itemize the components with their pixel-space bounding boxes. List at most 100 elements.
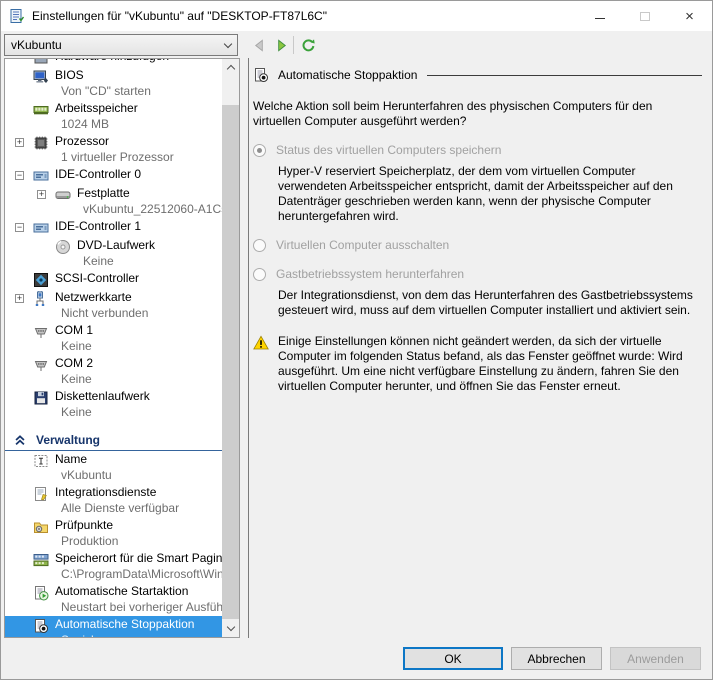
cancel-button[interactable]: Abbrechen xyxy=(511,647,602,670)
tree-item-sublabel: Speichern xyxy=(55,632,222,637)
panel-divider xyxy=(248,58,249,638)
tree-item-label: Automatische Stoppaktion xyxy=(55,617,195,631)
sidebar-item-diskettenlaufwerk[interactable]: Diskettenlaufwerk Keine xyxy=(5,388,222,421)
tree-item-label: Speicherort für die Smart Pagin... xyxy=(55,551,222,565)
tree-item-label: SCSI-Controller xyxy=(55,271,140,285)
radio-selected-icon[interactable] xyxy=(253,144,266,157)
tree-item-text: SCSI-Controller xyxy=(55,271,222,286)
radio-unselected-icon[interactable] xyxy=(253,268,266,281)
sidebar-item-bios[interactable]: BIOS Von "CD" starten xyxy=(5,67,222,100)
chevron-down-icon xyxy=(223,39,233,48)
expand-icon[interactable]: + xyxy=(15,294,24,303)
checkpoints-icon xyxy=(33,519,49,535)
sidebar-item-ide-controller-0[interactable]: − IDE-Controller 0 xyxy=(5,166,222,185)
tree-item-sublabel: Keine xyxy=(61,372,92,386)
tree-item-text: BIOS Von "CD" starten xyxy=(55,68,222,99)
sidebar-item-dvd-laufwerk[interactable]: DVD-Laufwerk Keine xyxy=(5,237,222,270)
settings-content-pane: Automatische Stoppaktion Welche Aktion s… xyxy=(253,58,706,394)
floppy-icon xyxy=(33,390,49,406)
scroll-up-button[interactable] xyxy=(222,59,239,76)
sidebar-item-automatische-startaktion[interactable]: Automatische Startaktion Neustart bei vor… xyxy=(5,583,222,616)
header-rule xyxy=(427,74,702,76)
tree-item-sublabel: Produktion xyxy=(61,534,119,548)
sidebar-item-ide-controller-1[interactable]: − IDE-Controller 1 xyxy=(5,218,222,237)
toolbar-separator xyxy=(293,36,294,54)
tree-scrollbar[interactable] xyxy=(222,59,239,637)
scrollbar-thumb[interactable] xyxy=(222,105,239,619)
expand-icon[interactable]: + xyxy=(15,138,24,147)
scroll-down-button[interactable] xyxy=(222,620,239,637)
tree-item-sublabel: Neustart bei vorheriger Ausfüh... xyxy=(61,600,222,614)
navigate-back-button[interactable] xyxy=(249,34,269,56)
apply-button[interactable]: Anwenden xyxy=(610,647,701,670)
radio-unselected-icon[interactable] xyxy=(253,239,266,252)
sidebar-item-integrationsdienste[interactable]: Integrationsdienste Alle Dienste verfügba… xyxy=(5,484,222,517)
tree-item-text: Prüfpunkte Produktion xyxy=(55,518,222,549)
tree-item-sublabel: Keine xyxy=(83,254,114,268)
add-hardware-icon xyxy=(33,59,49,66)
radio-option-virtuellen-computer-ausschalten[interactable]: Virtuellen Computer ausschalten xyxy=(253,238,706,253)
radio-label: Status des virtuellen Computers speicher… xyxy=(276,143,502,157)
scroll-up-icon xyxy=(226,64,235,74)
sidebar-item-com-2[interactable]: COM 2 Keine xyxy=(5,355,222,388)
navigate-forward-button[interactable] xyxy=(271,34,291,56)
tree-section-verwaltung[interactable]: Verwaltung xyxy=(5,429,222,451)
sidebar-item-name[interactable]: Name vKubuntu xyxy=(5,451,222,484)
tree-item-text: Hardware hinzufügen xyxy=(55,59,222,64)
tree-item-text: Automatische StoppaktionSpeichern xyxy=(55,617,222,637)
tree-item-sublabel: 1 virtueller Prozessor xyxy=(61,150,174,164)
processor-icon xyxy=(33,135,49,151)
sidebar-tree: Hardware hinzufügen BIOS Von "CD" starten A… xyxy=(5,59,222,637)
tree-item-sublabel: Alle Dienste verfügbar xyxy=(61,501,180,515)
expander-column: − xyxy=(15,219,33,232)
sidebar-item-speicherort-f-r-die-smart-pagin[interactable]: Speicherort für die Smart Pagin... C:\Pro… xyxy=(5,550,222,583)
sidebar-item-automatische-stoppaktion[interactable]: Automatische StoppaktionSpeichern xyxy=(5,616,222,637)
bios-icon xyxy=(33,69,49,85)
sidebar-item-scsi-controller[interactable]: SCSI-Controller xyxy=(5,270,222,289)
sidebar-item-prozessor[interactable]: + Prozessor 1 virtueller Prozessor xyxy=(5,133,222,166)
name-icon xyxy=(33,453,49,469)
vm-selector-dropdown[interactable]: vKubuntu xyxy=(4,34,238,56)
tree-item-sublabel: Nicht verbunden xyxy=(61,306,149,320)
vm-selector-value: vKubuntu xyxy=(11,38,62,52)
window-title: Einstellungen für "vKubuntu" auf "DESKTO… xyxy=(32,9,327,23)
sidebar-item-arbeitsspeicher[interactable]: Arbeitsspeicher 1024 MB xyxy=(5,100,222,133)
tree-item-label: Festplatte xyxy=(77,186,130,200)
close-button[interactable]: × xyxy=(667,1,712,31)
collapse-box-icon[interactable]: − xyxy=(15,223,24,232)
expander-column: + xyxy=(15,290,33,303)
content-header: Automatische Stoppaktion xyxy=(253,67,706,83)
tree-item-text: DVD-Laufwerk Keine xyxy=(77,238,222,269)
integration-services-icon xyxy=(33,486,49,502)
refresh-button[interactable] xyxy=(298,34,318,56)
settings-tree-panel: Hardware hinzufügen BIOS Von "CD" starten A… xyxy=(4,58,240,638)
tree-item-text: IDE-Controller 0 xyxy=(55,167,222,182)
radio-option-status-des-virtuellen-computers-speichern[interactable]: Status des virtuellen Computers speicher… xyxy=(253,143,706,158)
sidebar-item-hardware-hinzuf-gen[interactable]: Hardware hinzufügen xyxy=(5,59,222,67)
ok-button[interactable]: OK xyxy=(403,647,503,670)
window-icon xyxy=(9,8,25,24)
titlebar: Einstellungen für "vKubuntu" auf "DESKTO… xyxy=(1,1,712,31)
sidebar-item-com-1[interactable]: COM 1 Keine xyxy=(5,322,222,355)
collapse-box-icon[interactable]: − xyxy=(15,171,24,180)
toolbar: vKubuntu xyxy=(1,31,712,58)
expander-column: − xyxy=(15,167,33,180)
tree-item-label: DVD-Laufwerk xyxy=(77,238,156,252)
sidebar-item-netzwerkkarte[interactable]: + Netzwerkkarte Nicht verbunden xyxy=(5,289,222,322)
expander-column: + xyxy=(15,134,33,147)
expander-column: + xyxy=(37,186,55,199)
expand-icon[interactable]: + xyxy=(37,190,46,199)
tree-item-label: Prüfpunkte xyxy=(55,518,114,532)
sidebar-item-pr-fpunkte[interactable]: Prüfpunkte Produktion xyxy=(5,517,222,550)
sidebar-item-festplatte[interactable]: + Festplatte vKubuntu_22512060-A1C5... xyxy=(5,185,222,218)
tree-item-text: COM 1 Keine xyxy=(55,323,222,354)
tree-item-label: Arbeitsspeicher xyxy=(55,101,138,115)
tree-item-label: Name xyxy=(55,452,88,466)
minimize-button[interactable] xyxy=(577,1,622,31)
radio-option-gastbetriebssystem-herunterfahren[interactable]: Gastbetriebssystem herunterfahren xyxy=(253,267,706,282)
radio-option-block: Gastbetriebssystem herunterfahren Der Int… xyxy=(253,267,706,318)
smart-paging-icon xyxy=(33,552,49,568)
start-action-icon xyxy=(33,585,49,601)
tree-item-sublabel: vKubuntu_22512060-A1C5... xyxy=(83,202,222,216)
settings-window: Einstellungen für "vKubuntu" auf "DESKTO… xyxy=(0,0,713,680)
